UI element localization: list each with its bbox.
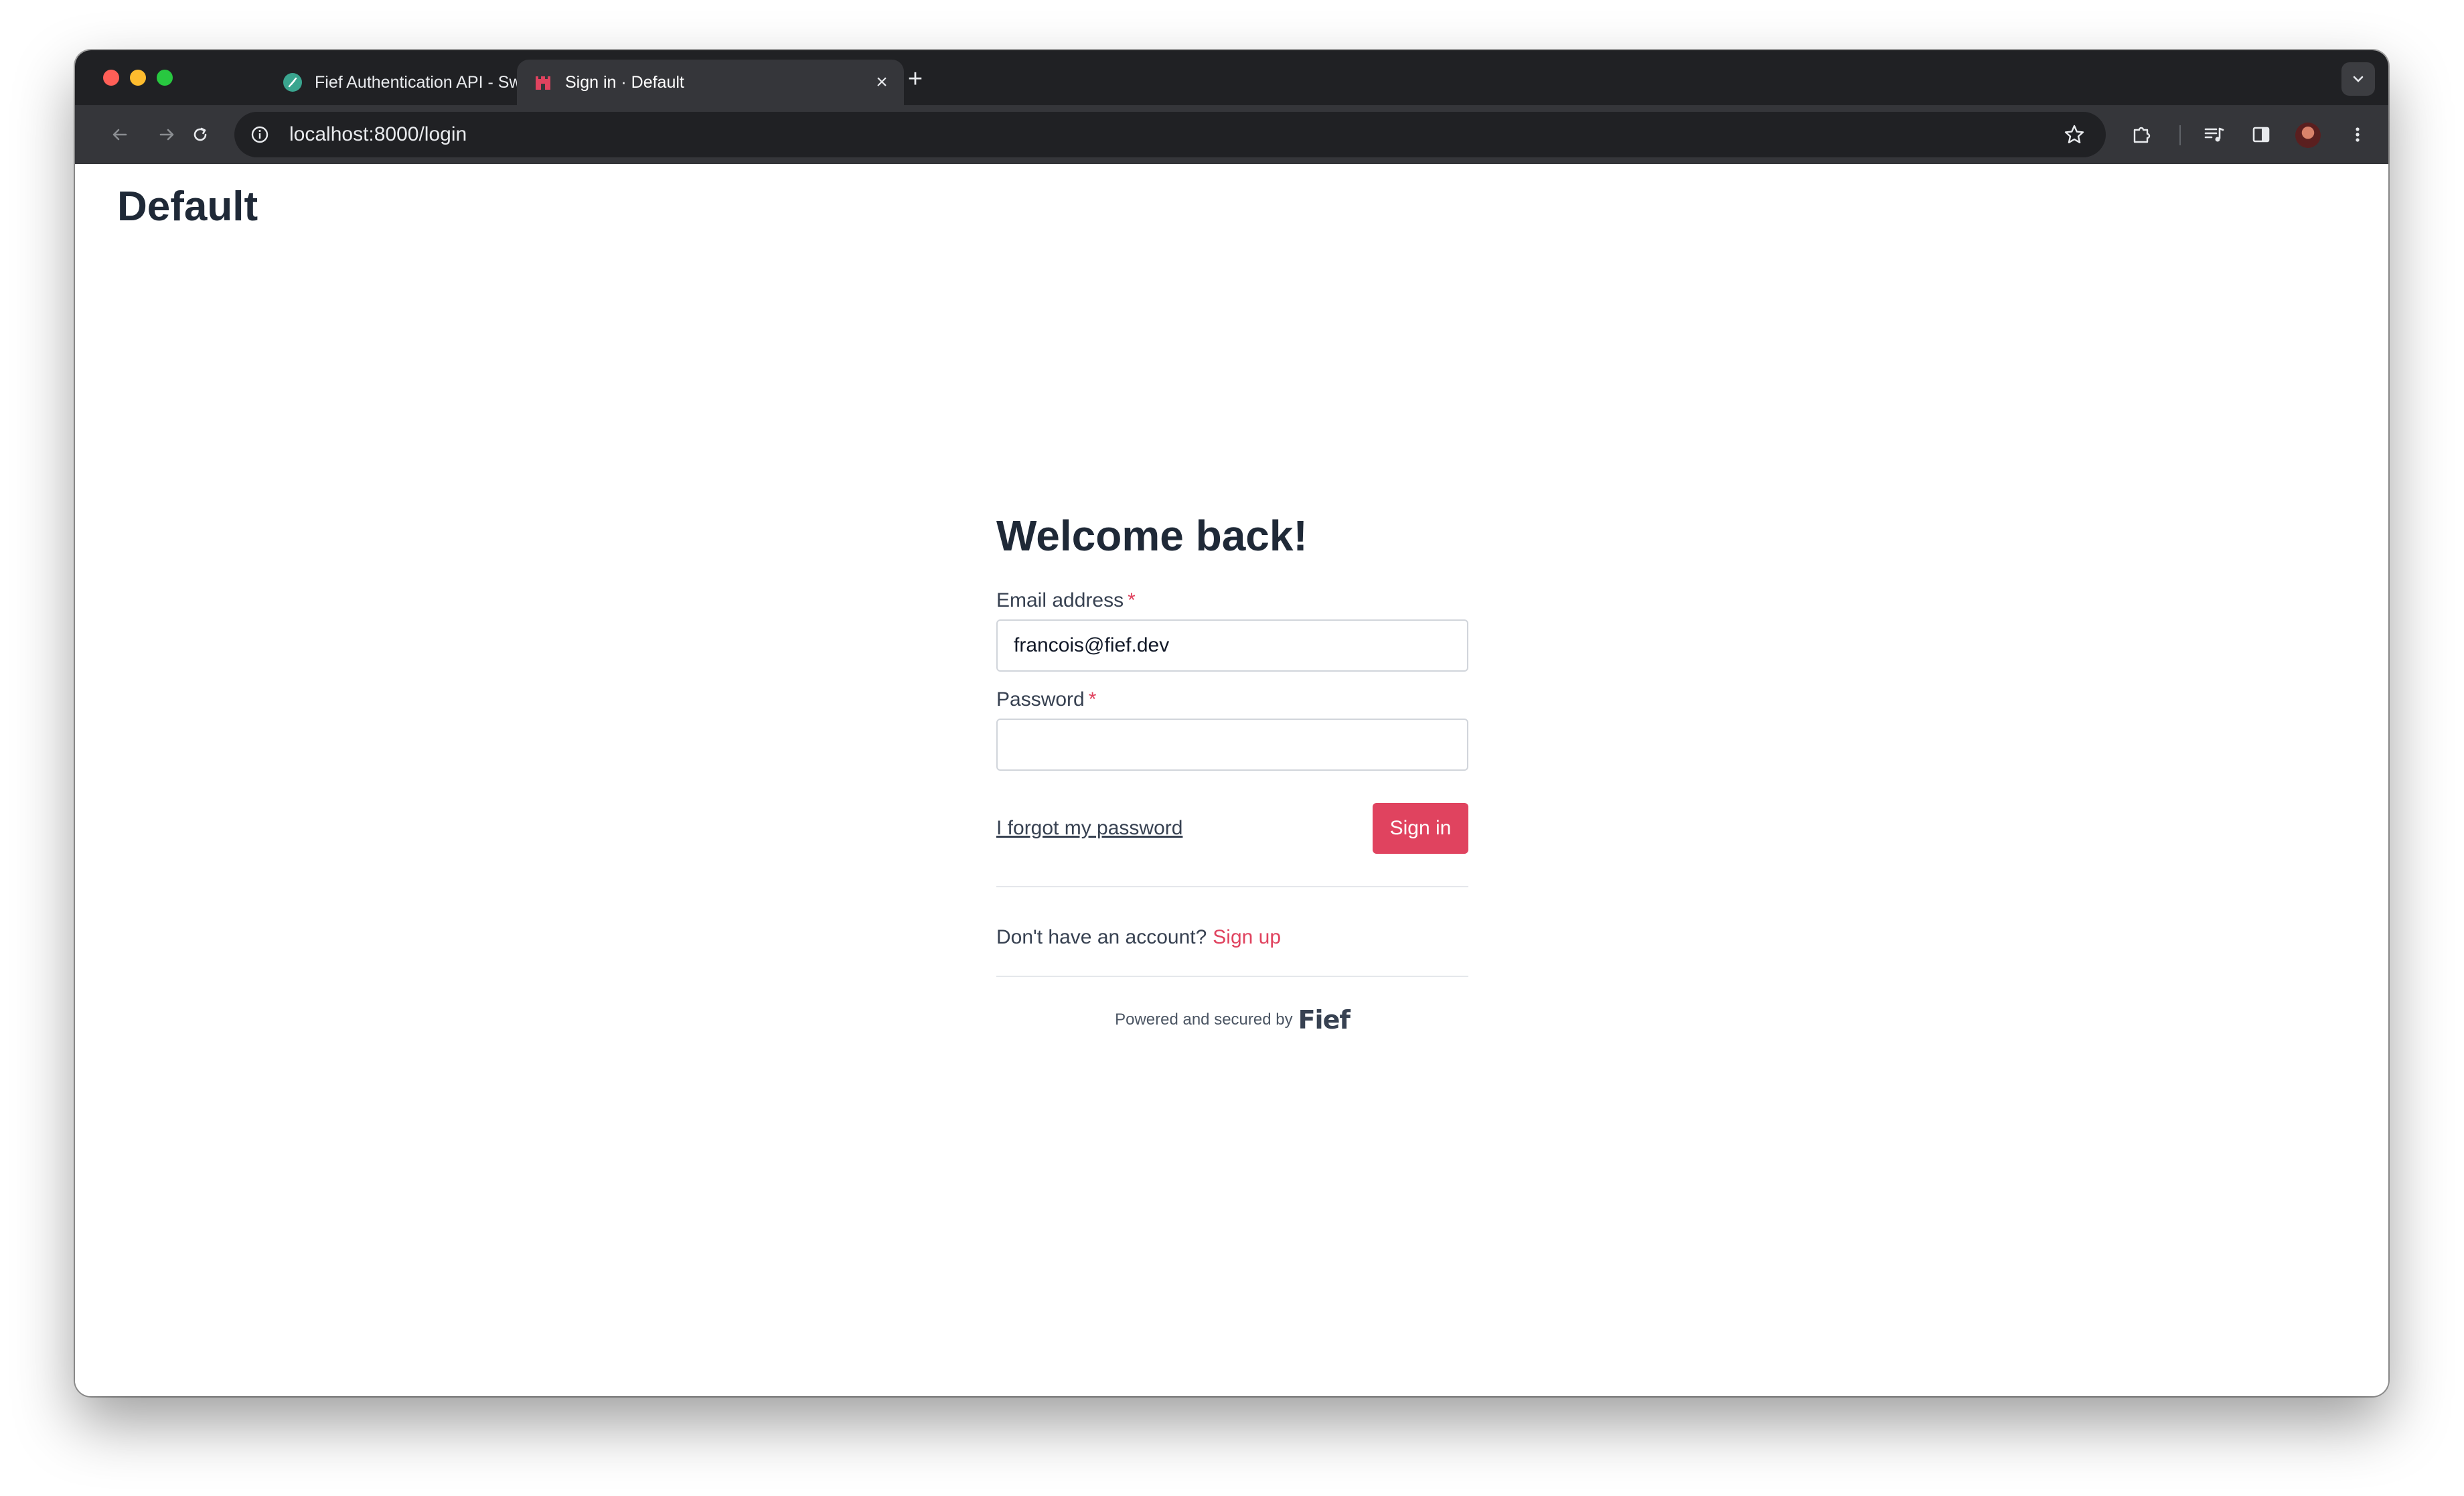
side-panel-button[interactable] bbox=[2244, 118, 2278, 151]
back-button[interactable] bbox=[103, 118, 137, 151]
signup-prompt: Don't have an account? Sign up bbox=[996, 887, 1468, 988]
tab-close-icon[interactable]: × bbox=[872, 72, 892, 92]
more-vertical-icon bbox=[2356, 127, 2360, 142]
fief-logo[interactable]: Fief bbox=[1298, 1005, 1351, 1035]
browser-toolbar: localhost:8000/login bbox=[75, 105, 2388, 164]
address-bar[interactable]: localhost:8000/login bbox=[234, 112, 2106, 157]
reload-button[interactable] bbox=[183, 118, 217, 151]
media-controls-button[interactable] bbox=[2198, 118, 2231, 151]
chevron-down-icon bbox=[2353, 76, 2364, 82]
window-close-button[interactable] bbox=[103, 70, 119, 86]
window-minimize-button[interactable] bbox=[130, 70, 146, 86]
sign-in-button[interactable]: Sign in bbox=[1373, 803, 1468, 854]
browser-menu-button[interactable] bbox=[2341, 118, 2374, 151]
password-label: Password * bbox=[996, 686, 1468, 713]
no-account-text: Don't have an account? bbox=[996, 926, 1207, 948]
email-label-text: Email address bbox=[996, 589, 1124, 611]
fief-feather-icon bbox=[283, 72, 303, 92]
url-text[interactable]: localhost:8000/login bbox=[289, 123, 2058, 146]
profile-avatar[interactable] bbox=[2295, 123, 2321, 148]
required-marker: * bbox=[1128, 589, 1136, 611]
powered-by: Powered and secured by Fief bbox=[996, 1005, 1468, 1035]
tab-title: Fief Authentication API - Swagger UI bbox=[315, 72, 550, 92]
powered-text: Powered and secured by bbox=[1115, 1011, 1293, 1029]
tenant-title: Default bbox=[117, 183, 258, 230]
browser-window: Fief Authentication API - Swagger UI × S… bbox=[75, 50, 2388, 1396]
page-title: Welcome back! bbox=[996, 512, 1308, 560]
page-content: Default Welcome back! Email address* Pas… bbox=[75, 164, 2388, 1396]
sign-up-link[interactable]: Sign up bbox=[1213, 926, 1281, 949]
login-card: Welcome back! Email address* Password* I… bbox=[996, 506, 1468, 1035]
playlist-music-icon bbox=[2204, 127, 2224, 142]
form-actions: I forgot my password Sign in bbox=[996, 803, 1468, 854]
email-field[interactable] bbox=[996, 619, 1468, 672]
tab-strip: Fief Authentication API - Swagger UI × S… bbox=[75, 50, 2388, 105]
required-marker: * bbox=[1088, 688, 1097, 710]
password-field[interactable] bbox=[996, 719, 1468, 771]
plus-icon[interactable]: + bbox=[905, 66, 925, 92]
tab-title: Sign in · Default bbox=[565, 72, 684, 92]
forgot-password-link[interactable]: I forgot my password bbox=[996, 817, 1182, 840]
reload-icon bbox=[194, 127, 207, 141]
arrow-right-icon bbox=[159, 129, 174, 141]
forward-button[interactable] bbox=[150, 118, 183, 151]
puzzle-icon bbox=[2133, 127, 2151, 143]
side-panel-icon bbox=[2252, 127, 2270, 143]
extensions-button[interactable] bbox=[2125, 118, 2159, 151]
toolbar-separator bbox=[2179, 125, 2181, 145]
password-label-text: Password bbox=[996, 688, 1085, 710]
window-maximize-button[interactable] bbox=[157, 70, 173, 86]
email-label: Email address * bbox=[996, 587, 1468, 614]
tab-search-button[interactable] bbox=[2341, 62, 2375, 96]
divider bbox=[996, 976, 1468, 977]
arrow-left-icon bbox=[112, 129, 127, 141]
tab-sign-in[interactable]: Sign in · Default × bbox=[517, 60, 904, 105]
bookmark-star-icon[interactable] bbox=[2058, 118, 2091, 151]
fief-castle-icon bbox=[533, 72, 553, 92]
site-info-icon[interactable] bbox=[248, 123, 272, 147]
